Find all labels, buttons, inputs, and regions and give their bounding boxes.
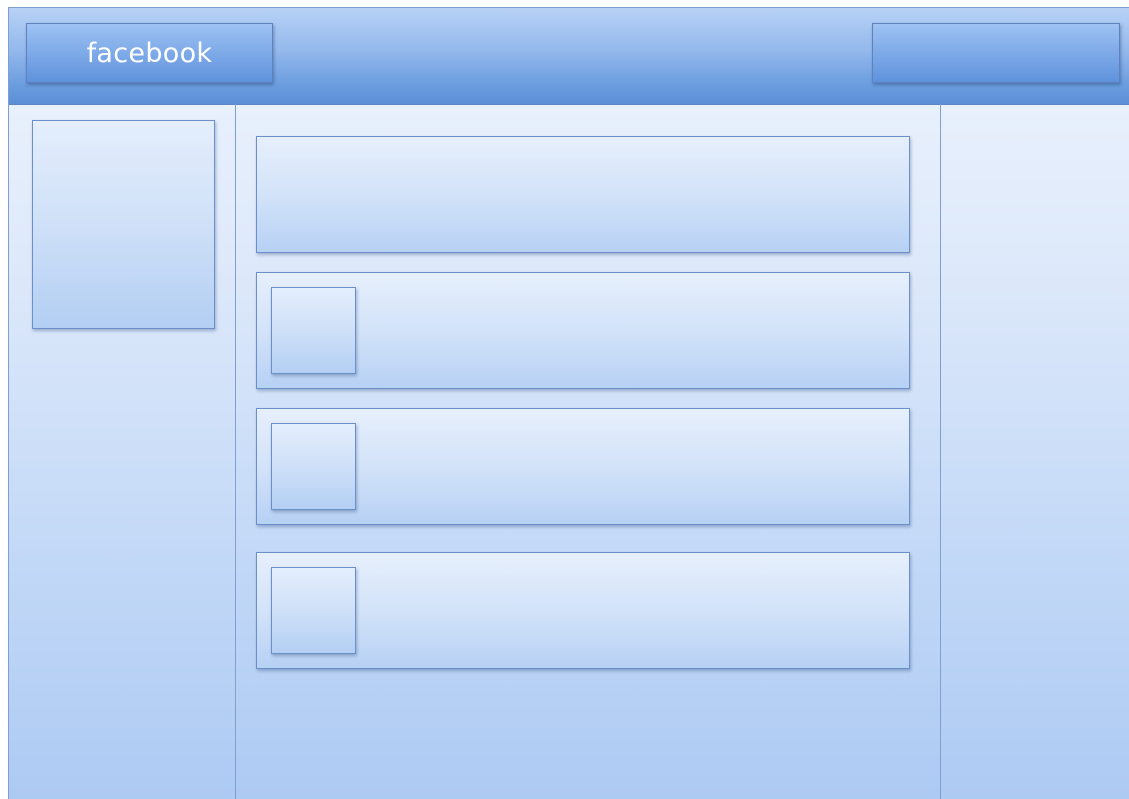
- news-feed-post[interactable]: [256, 272, 910, 389]
- page-wireframe: facebook: [8, 7, 1129, 799]
- post-avatar-placeholder[interactable]: [271, 423, 356, 510]
- right-column-divider: [940, 104, 941, 799]
- post-avatar-placeholder[interactable]: [271, 287, 356, 374]
- news-feed-post[interactable]: [256, 552, 910, 669]
- news-feed-post[interactable]: [256, 408, 910, 525]
- status-update-box[interactable]: [256, 136, 910, 253]
- post-avatar-placeholder[interactable]: [271, 567, 356, 654]
- left-column-divider: [235, 104, 236, 799]
- logo-button[interactable]: facebook: [26, 23, 273, 83]
- profile-picture-placeholder[interactable]: [32, 120, 215, 329]
- top-navigation-bar: facebook: [9, 8, 1129, 105]
- logo-text: facebook: [86, 37, 213, 69]
- account-menu-placeholder[interactable]: [872, 23, 1120, 83]
